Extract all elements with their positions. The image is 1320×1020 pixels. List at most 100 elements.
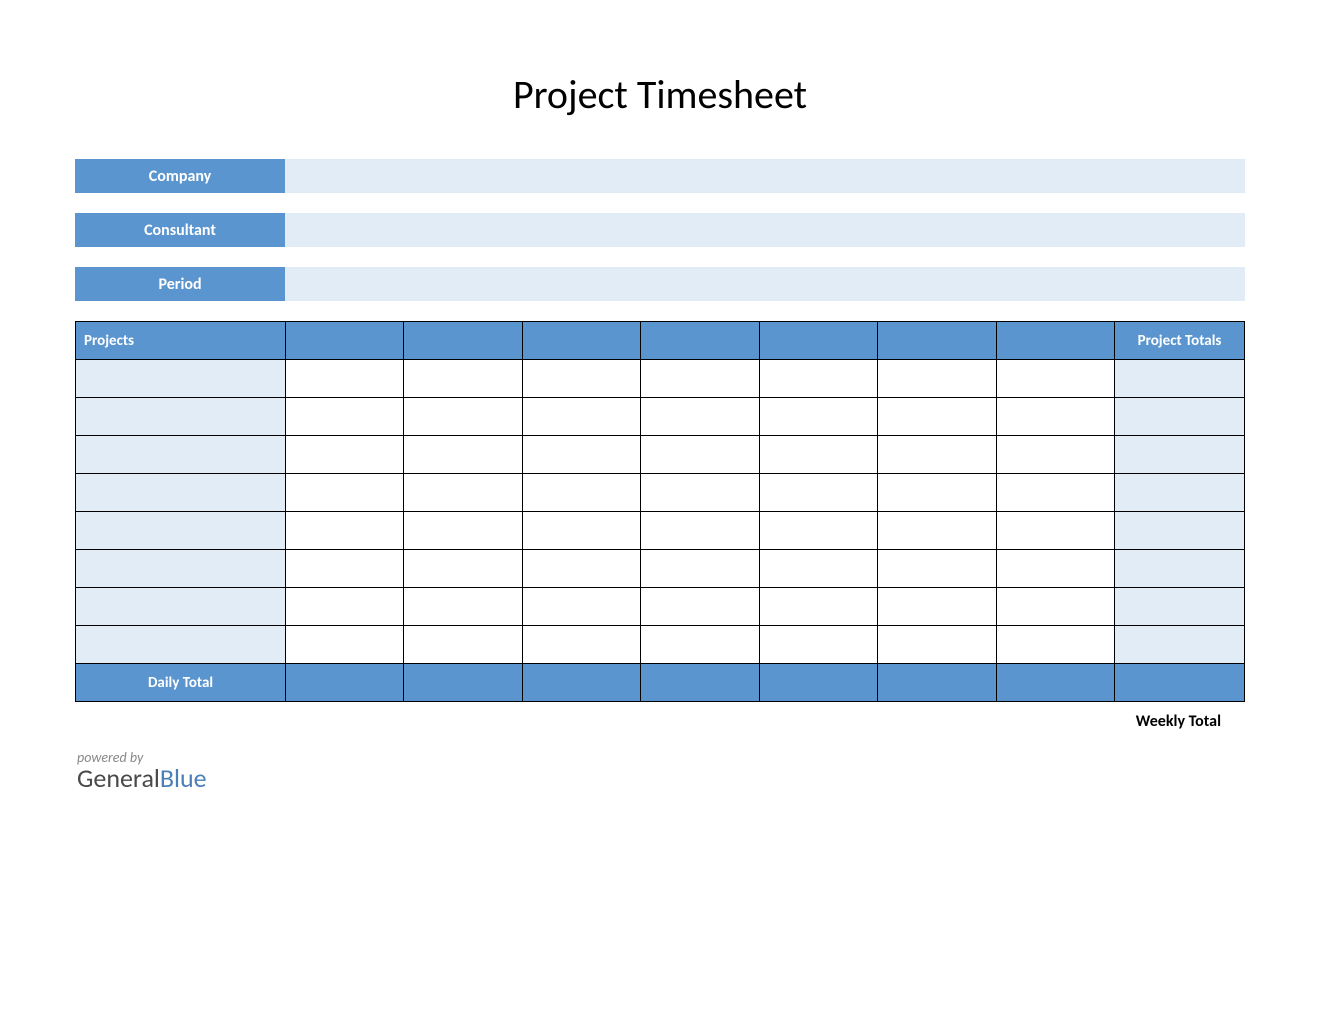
brand-logo: GeneralBlue (77, 762, 1245, 794)
project-total-cell (1115, 360, 1245, 398)
hours-cell[interactable] (404, 474, 522, 512)
hours-cell[interactable] (522, 588, 640, 626)
hours-cell[interactable] (404, 512, 522, 550)
daily-total-7 (996, 664, 1114, 702)
hours-cell[interactable] (759, 360, 877, 398)
hours-cell[interactable] (878, 550, 996, 588)
hours-cell[interactable] (759, 436, 877, 474)
hours-cell[interactable] (759, 512, 877, 550)
hours-cell[interactable] (996, 360, 1114, 398)
hours-cell[interactable] (996, 550, 1114, 588)
hours-cell[interactable] (878, 474, 996, 512)
hours-cell[interactable] (404, 360, 522, 398)
project-name-cell[interactable] (76, 474, 286, 512)
info-section: Company Consultant Period (75, 159, 1245, 301)
hours-cell[interactable] (522, 512, 640, 550)
project-name-cell[interactable] (76, 360, 286, 398)
hours-cell[interactable] (759, 550, 877, 588)
header-day-1[interactable] (286, 322, 404, 360)
hours-cell[interactable] (404, 588, 522, 626)
hours-cell[interactable] (286, 436, 404, 474)
hours-cell[interactable] (878, 626, 996, 664)
hours-cell[interactable] (641, 626, 759, 664)
header-day-2[interactable] (404, 322, 522, 360)
project-name-cell[interactable] (76, 436, 286, 474)
timesheet-table: Projects Project Totals Daily Total (75, 321, 1245, 702)
daily-total-2 (404, 664, 522, 702)
header-day-7[interactable] (996, 322, 1114, 360)
hours-cell[interactable] (996, 626, 1114, 664)
hours-cell[interactable] (286, 626, 404, 664)
project-name-cell[interactable] (76, 550, 286, 588)
hours-cell[interactable] (641, 474, 759, 512)
hours-cell[interactable] (996, 588, 1114, 626)
header-day-4[interactable] (641, 322, 759, 360)
hours-cell[interactable] (286, 474, 404, 512)
period-label: Period (75, 267, 285, 301)
company-input[interactable] (285, 159, 1245, 193)
brand-general: General (77, 762, 160, 794)
table-row (76, 436, 1245, 474)
daily-total-6 (878, 664, 996, 702)
page-title: Project Timesheet (75, 70, 1245, 119)
table-row (76, 512, 1245, 550)
header-day-5[interactable] (759, 322, 877, 360)
hours-cell[interactable] (759, 398, 877, 436)
header-day-6[interactable] (878, 322, 996, 360)
hours-cell[interactable] (404, 398, 522, 436)
hours-cell[interactable] (641, 512, 759, 550)
hours-cell[interactable] (641, 588, 759, 626)
hours-cell[interactable] (996, 398, 1114, 436)
project-total-cell (1115, 550, 1245, 588)
daily-total-3 (522, 664, 640, 702)
hours-cell[interactable] (996, 512, 1114, 550)
hours-cell[interactable] (404, 626, 522, 664)
period-row: Period (75, 267, 1245, 301)
hours-cell[interactable] (522, 550, 640, 588)
daily-total-4 (641, 664, 759, 702)
hours-cell[interactable] (522, 360, 640, 398)
daily-total-1 (286, 664, 404, 702)
hours-cell[interactable] (286, 398, 404, 436)
period-input[interactable] (285, 267, 1245, 301)
project-name-cell[interactable] (76, 626, 286, 664)
brand-blue: Blue (160, 762, 207, 794)
hours-cell[interactable] (878, 588, 996, 626)
hours-cell[interactable] (878, 398, 996, 436)
hours-cell[interactable] (286, 588, 404, 626)
hours-cell[interactable] (641, 360, 759, 398)
project-name-cell[interactable] (76, 398, 286, 436)
hours-cell[interactable] (759, 474, 877, 512)
project-total-cell (1115, 626, 1245, 664)
hours-cell[interactable] (404, 550, 522, 588)
hours-cell[interactable] (996, 474, 1114, 512)
hours-cell[interactable] (759, 626, 877, 664)
hours-cell[interactable] (641, 436, 759, 474)
hours-cell[interactable] (641, 398, 759, 436)
project-name-cell[interactable] (76, 588, 286, 626)
consultant-row: Consultant (75, 213, 1245, 247)
hours-cell[interactable] (641, 550, 759, 588)
grand-total (1115, 664, 1245, 702)
table-row (76, 398, 1245, 436)
hours-cell[interactable] (878, 360, 996, 398)
header-day-3[interactable] (522, 322, 640, 360)
hours-cell[interactable] (522, 398, 640, 436)
header-projects: Projects (76, 322, 286, 360)
table-row (76, 626, 1245, 664)
hours-cell[interactable] (286, 512, 404, 550)
hours-cell[interactable] (286, 550, 404, 588)
hours-cell[interactable] (878, 436, 996, 474)
hours-cell[interactable] (759, 588, 877, 626)
hours-cell[interactable] (996, 436, 1114, 474)
hours-cell[interactable] (522, 474, 640, 512)
hours-cell[interactable] (404, 436, 522, 474)
company-label: Company (75, 159, 285, 193)
hours-cell[interactable] (522, 626, 640, 664)
hours-cell[interactable] (286, 360, 404, 398)
table-row (76, 588, 1245, 626)
hours-cell[interactable] (878, 512, 996, 550)
consultant-input[interactable] (285, 213, 1245, 247)
project-name-cell[interactable] (76, 512, 286, 550)
hours-cell[interactable] (522, 436, 640, 474)
